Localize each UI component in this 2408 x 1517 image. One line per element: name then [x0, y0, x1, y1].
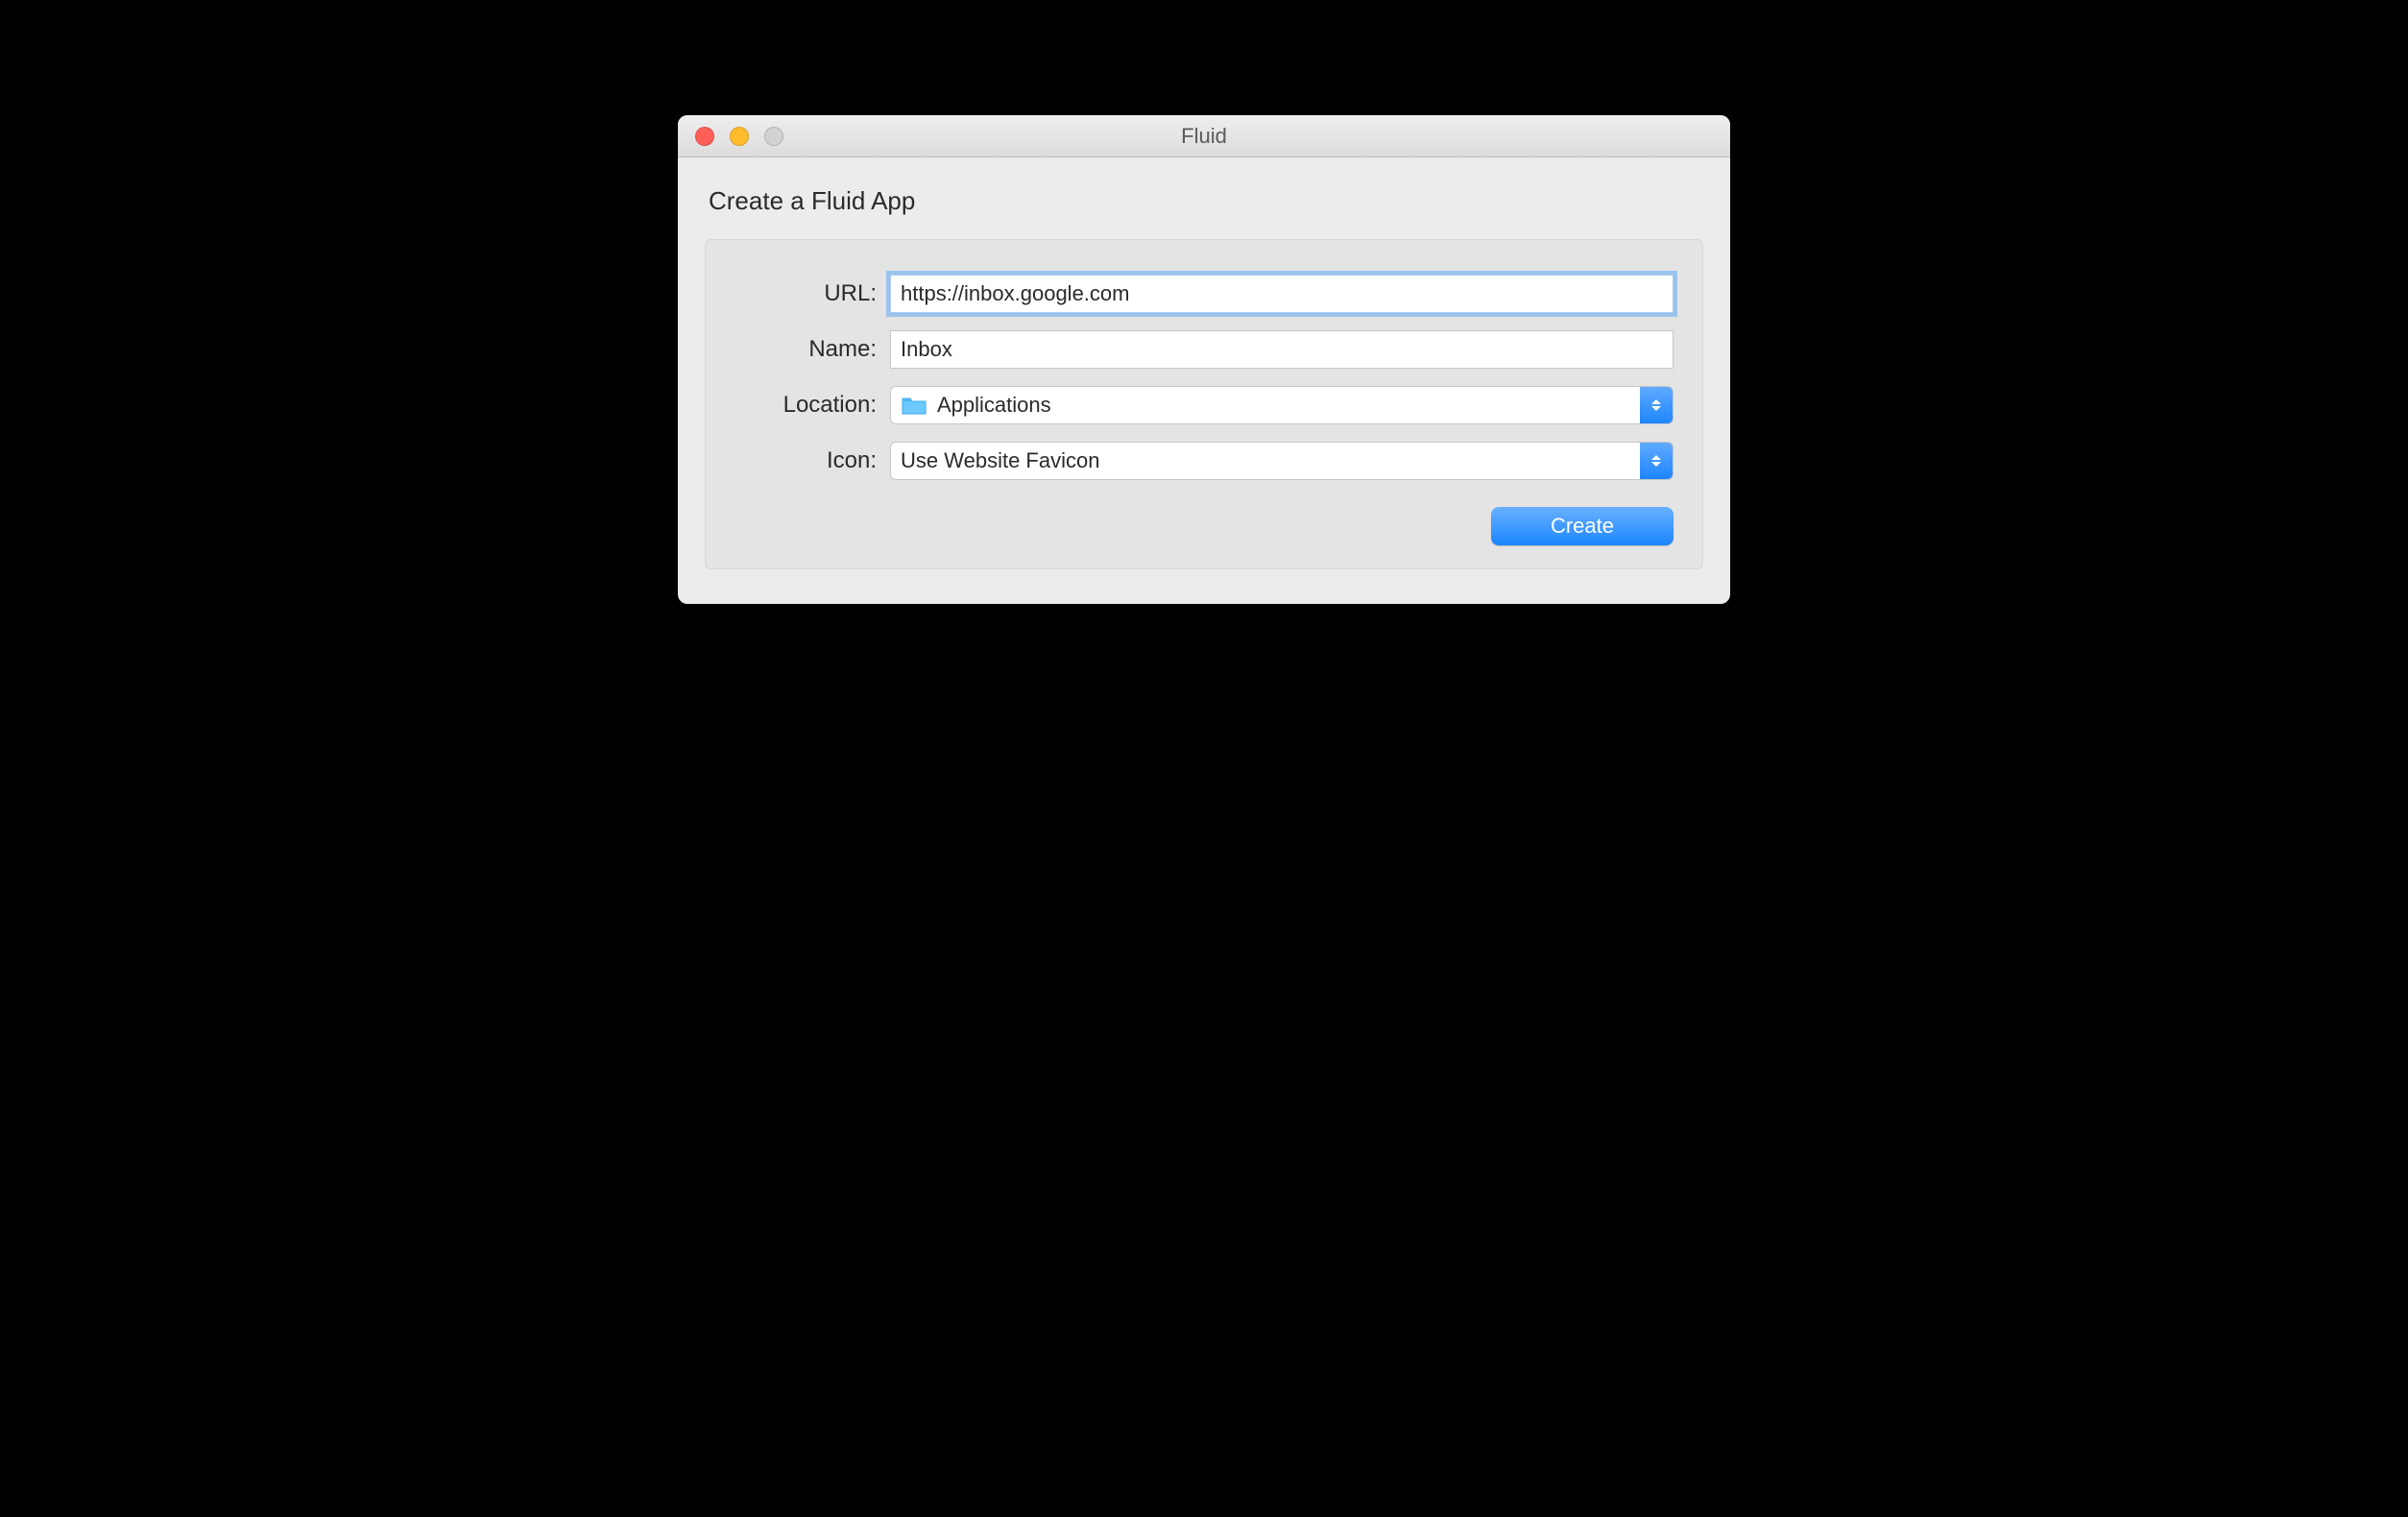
- folder-icon: [901, 395, 927, 416]
- icon-value: Use Website Favicon: [901, 448, 1099, 473]
- location-row: Location: Applications: [734, 386, 1674, 424]
- window-content: Create a Fluid App URL: Name: Location:: [678, 157, 1730, 604]
- chevron-up-icon: [1651, 399, 1661, 404]
- url-input[interactable]: [890, 275, 1674, 313]
- button-row: Create: [734, 507, 1674, 545]
- url-row: URL:: [734, 275, 1674, 313]
- icon-row: Icon: Use Website Favicon: [734, 442, 1674, 480]
- name-row: Name:: [734, 330, 1674, 369]
- location-value: Applications: [937, 393, 1051, 418]
- location-select[interactable]: Applications: [890, 386, 1674, 424]
- icon-label: Icon:: [734, 447, 890, 474]
- name-label: Name:: [734, 336, 890, 363]
- minimize-icon[interactable]: [730, 127, 749, 146]
- traffic-lights: [678, 127, 783, 146]
- location-label: Location:: [734, 392, 890, 419]
- dropdown-button-icon: [1640, 387, 1673, 423]
- dropdown-button-icon: [1640, 443, 1673, 479]
- close-icon[interactable]: [695, 127, 714, 146]
- window-title: Fluid: [678, 124, 1730, 149]
- chevron-down-icon: [1651, 462, 1661, 467]
- create-button[interactable]: Create: [1491, 507, 1674, 545]
- titlebar[interactable]: Fluid: [678, 115, 1730, 157]
- chevron-down-icon: [1651, 406, 1661, 411]
- app-window: Fluid Create a Fluid App URL: Name: Loca…: [678, 115, 1730, 604]
- maximize-icon[interactable]: [764, 127, 783, 146]
- url-label: URL:: [734, 280, 890, 307]
- form-panel: URL: Name: Location:: [705, 239, 1703, 569]
- page-heading: Create a Fluid App: [709, 186, 1703, 216]
- chevron-up-icon: [1651, 455, 1661, 460]
- name-input[interactable]: [890, 330, 1674, 369]
- icon-select[interactable]: Use Website Favicon: [890, 442, 1674, 480]
